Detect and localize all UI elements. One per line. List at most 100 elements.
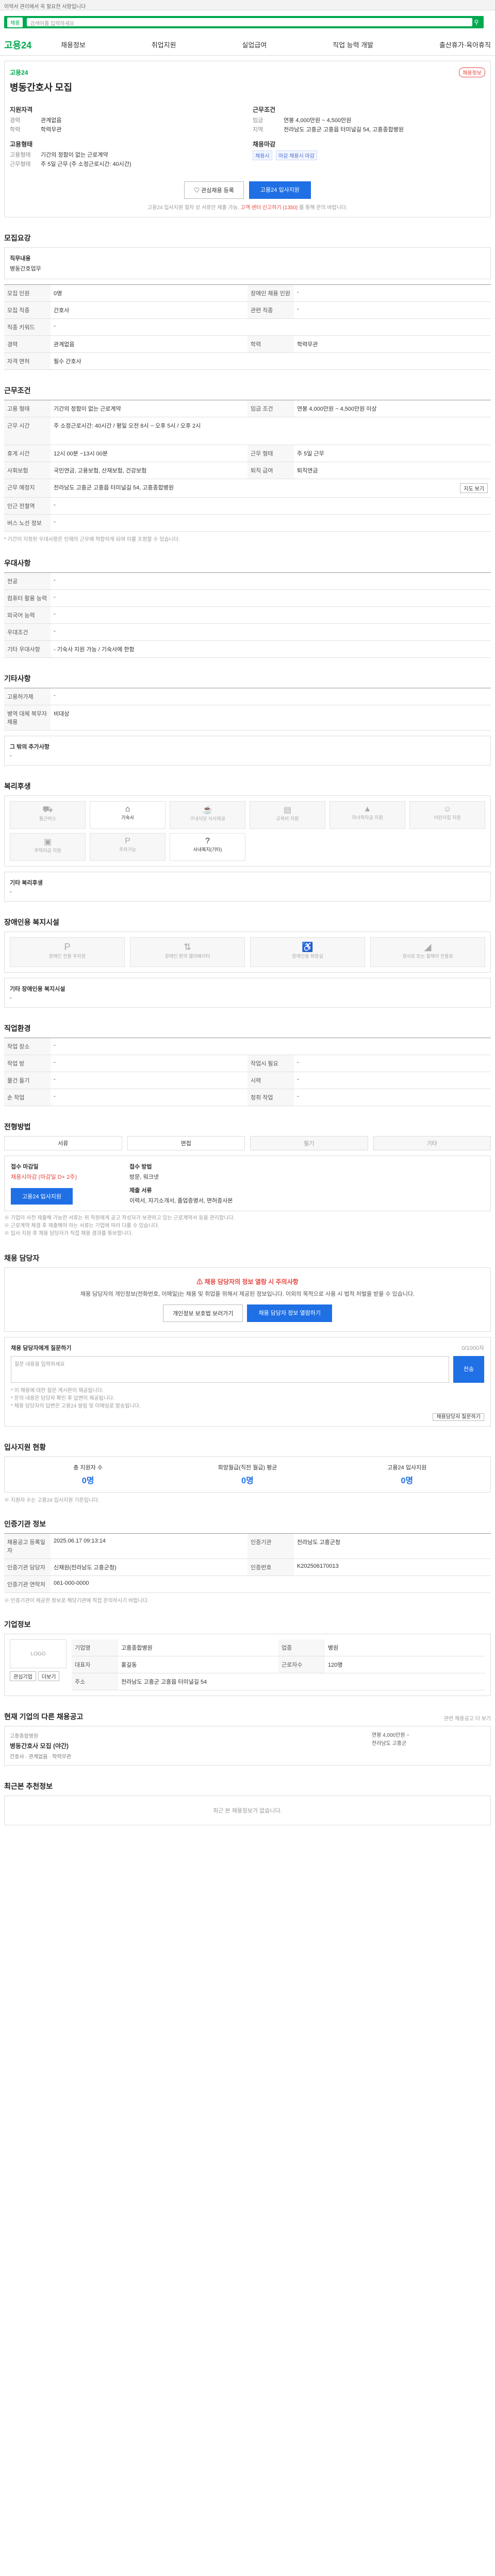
question-send-button[interactable]: 전송 bbox=[453, 1356, 484, 1383]
row-value: 연봉 4,000만원 ~ 4,500만원 이상 bbox=[297, 406, 377, 412]
welfare-item: ☺ 어린이집 지원 bbox=[409, 801, 485, 829]
disabled-item: ◢ 경사로 또는 휠체어 전용로 bbox=[370, 937, 485, 967]
info-note: ※ 인증기관이 제공한 정보로 해당기관에 직접 문의하시기 바랍니다. bbox=[4, 1598, 149, 1604]
toilet-icon: ♿ bbox=[302, 942, 314, 952]
row-key: 병역 대체 복무자 채용 bbox=[4, 705, 51, 730]
interest-button-label: 관심채용 등록 bbox=[201, 188, 234, 194]
search-input[interactable]: 검색어를 입력하세요 bbox=[27, 18, 472, 27]
job-title: 병동간호사 모집 bbox=[10, 82, 72, 93]
question-note: * 채용 담당자의 답변은 고용24 알림 및 이메일로 발송됩니다. bbox=[11, 1403, 141, 1409]
food-icon: ☕ bbox=[202, 806, 213, 815]
row-value: 전라남도 고흥군 고흥읍 터미널길 54 bbox=[121, 1679, 207, 1685]
disabled-label: 장애인 전용 주차장 bbox=[48, 954, 86, 959]
stats-note: ※ 지원자 수는 고용24 입사지원 기준입니다. bbox=[4, 1498, 100, 1503]
table-row: 채용공고 등록일자 2025.06.17 09:13:14 인증기관 전라남도 고흥군… bbox=[4, 1534, 491, 1559]
gnb-item-jobs[interactable]: 채용정보 bbox=[61, 40, 86, 49]
welfare-item: P 주차가능 bbox=[90, 833, 166, 861]
gnb-item-benefits[interactable]: 실업급여 bbox=[242, 40, 267, 49]
disabled-label: 경사로 또는 휠체어 전용로 bbox=[402, 954, 453, 959]
table-row: 기타 우대사항 - 기숙사 지원 가능 / 기숙사에 한함 bbox=[4, 641, 491, 658]
row-value: - bbox=[54, 1042, 56, 1048]
table-row: 컴퓨터 활용 능력 - bbox=[4, 590, 491, 607]
company-more-button[interactable]: 더보기 bbox=[38, 1671, 60, 1681]
etc-heading: 기타사항 bbox=[4, 674, 31, 683]
table-row: 근무 예정지 전라남도 고흥군 고흥읍 터미널길 54, 고흥종합병원 지도 보기 bbox=[4, 479, 491, 498]
company-box: LOGO 관심기업 더보기 기업명 고흥종합병원 업종 병원 대표자 홍길동 근로자수 12… bbox=[4, 1634, 491, 1696]
privacy-law-button[interactable]: 개인정보 보호법 보러가기 bbox=[163, 1304, 243, 1322]
etc-other-title: 그 밖의 추가사항 bbox=[10, 744, 50, 750]
apply-note-text: 고용24 입사지원 절차 상 서류만 제출 가능, bbox=[147, 205, 241, 211]
stat-item: 희망월급(직전 월급) 평균 0명 bbox=[170, 1463, 324, 1486]
row-key: 기타 우대사항 bbox=[4, 641, 51, 657]
row-value: 전라남도 고흥군청 bbox=[297, 1539, 341, 1546]
method-note: ※ 입사 지원 후 채용 담당자가 직접 채용 결과를 통보합니다. bbox=[4, 1231, 133, 1236]
apply-button[interactable]: 고용24 입사지원 bbox=[249, 181, 311, 199]
apply-button-2[interactable]: 고용24 입사지원 bbox=[11, 1188, 73, 1205]
summary-value: 학력무관 bbox=[41, 127, 62, 133]
row-value: - bbox=[297, 289, 299, 295]
search-icon[interactable]: ⚲ bbox=[472, 18, 481, 26]
job-summary-card: 고용24 채용정보 병동간호사 모집 지원자격 경력 관계없음 학력 학력무관 고용… bbox=[4, 61, 491, 217]
search-bar[interactable]: 채용 검색어를 입력하세요 ⚲ bbox=[4, 16, 484, 28]
summary-row: 임금 연봉 4,000만원 ~ 4,500만원 bbox=[253, 116, 485, 125]
disabled-other-box: 기타 장애인용 복지시설 - bbox=[4, 978, 491, 1008]
welfare-heading: 복리후생 bbox=[4, 782, 31, 790]
book-icon: ▤ bbox=[283, 806, 292, 815]
row-value: 주 5일 근무 bbox=[297, 451, 324, 457]
similar-job-card[interactable]: 고흥종합병원 병동간호사 모집 (야간) 간호사 · 관계없음 · 학력무관 연… bbox=[4, 1726, 491, 1766]
apply-note-link[interactable]: 고객 센터 신고하기 (1350) bbox=[241, 205, 298, 211]
similar-title[interactable]: 병동간호사 모집 (야간) bbox=[10, 1741, 367, 1750]
welfare-item: ☕ 구내식당 식사제공 bbox=[170, 801, 245, 829]
table-row: 물건 들기 - 시력 - bbox=[4, 1072, 491, 1089]
recruit-table: 모집 인원 0명 장애인 채용 인원 - 모집 직종 간호사 관련 직종 - 직종 키워드 -… bbox=[4, 284, 491, 370]
row-value: - bbox=[54, 502, 56, 508]
similar-more-link[interactable]: 관련 채용공고 더 보기 bbox=[444, 1714, 491, 1722]
row-key: 물건 들기 bbox=[4, 1072, 51, 1089]
workcond-table: 고용 형태 기간의 정함이 없는 근로계약 임금 조건 연봉 4,000만원 ~ 4,… bbox=[4, 400, 491, 532]
row-key: 고용 형태 bbox=[4, 400, 51, 417]
disabled-label: 장애인용 화장실 bbox=[292, 954, 323, 959]
row-key: 인근 전철역 bbox=[4, 498, 51, 514]
map-button[interactable]: 지도 보기 bbox=[460, 483, 488, 493]
question-input[interactable]: 질문 내용을 입력하세요 bbox=[11, 1356, 449, 1383]
main-content: 고용24 채용정보 병동간호사 모집 지원자격 경력 관계없음 학력 학력무관 고용… bbox=[0, 61, 495, 1872]
welfare-item: ▣ 주택자금 지원 bbox=[10, 833, 86, 861]
site-logo[interactable]: 고용24 bbox=[4, 38, 61, 52]
follow-company-button[interactable]: 관심기업 bbox=[10, 1671, 36, 1681]
row-value: 2025.06.17 09:13:14 bbox=[54, 1538, 106, 1544]
welfare-item: ▤ 교육비 지원 bbox=[250, 801, 325, 829]
pref-heading: 우대사항 bbox=[4, 559, 31, 567]
table-row: 대표자 홍길동 근로자수 120명 bbox=[72, 1656, 485, 1673]
summary-value: 주 5일 근무 (주 소정근로시간: 40시간) bbox=[41, 161, 131, 167]
table-row: 근무 시간 주 소정근로시간: 40시간 / 평일 오전 8시 ~ 오후 5시 /… bbox=[4, 417, 491, 445]
question-list-button[interactable]: 채용담당자 질문하기 bbox=[433, 1413, 484, 1421]
row-value: - bbox=[54, 577, 56, 583]
view-manager-button[interactable]: 채용 담당자 정보 열람하기 bbox=[247, 1304, 332, 1322]
welfare-label: 교육비 지원 bbox=[276, 816, 299, 821]
row-value: 관계없음 bbox=[54, 342, 75, 348]
stat-value: 0명 bbox=[401, 1477, 414, 1485]
disabled-item: P 장애인 전용 주차장 bbox=[10, 937, 125, 967]
row-key: 채용공고 등록일자 bbox=[4, 1534, 51, 1558]
etc-table: 고용허가제 - 병역 대체 복무자 채용 비대상 bbox=[4, 688, 491, 731]
employment-heading: 고용형태 bbox=[10, 141, 33, 148]
env-heading: 직업환경 bbox=[4, 1024, 31, 1032]
summary-key: 근무형태 bbox=[10, 161, 31, 167]
table-row: 우대조건 - bbox=[4, 624, 491, 641]
stat-value: 0명 bbox=[241, 1477, 254, 1485]
search-mode-label[interactable]: 채용 bbox=[7, 17, 23, 27]
welfare-label: 주차가능 bbox=[119, 847, 137, 852]
row-value: 학력무관 bbox=[297, 342, 318, 348]
gnb-item-leave[interactable]: 출산휴가·육아휴직 bbox=[439, 40, 491, 49]
global-nav: 고용24 채용정보 취업지원 실업급여 직업 능력 개발 출산휴가·육아휴직 bbox=[0, 34, 495, 56]
gnb-item-support[interactable]: 취업지원 bbox=[152, 40, 176, 49]
interest-button[interactable]: ♡ 관심채용 등록 bbox=[184, 181, 244, 199]
row-key: 우대조건 bbox=[4, 624, 51, 640]
row-key: 관련 직종 bbox=[248, 302, 294, 318]
welfare-other-text: - bbox=[10, 889, 12, 895]
row-value: - bbox=[54, 519, 56, 525]
stat-value: 0명 bbox=[81, 1477, 94, 1485]
row-value: 0명 bbox=[54, 291, 62, 297]
gnb-item-training[interactable]: 직업 능력 개발 bbox=[333, 40, 373, 49]
summary-row: 학력 학력무관 bbox=[10, 125, 242, 134]
